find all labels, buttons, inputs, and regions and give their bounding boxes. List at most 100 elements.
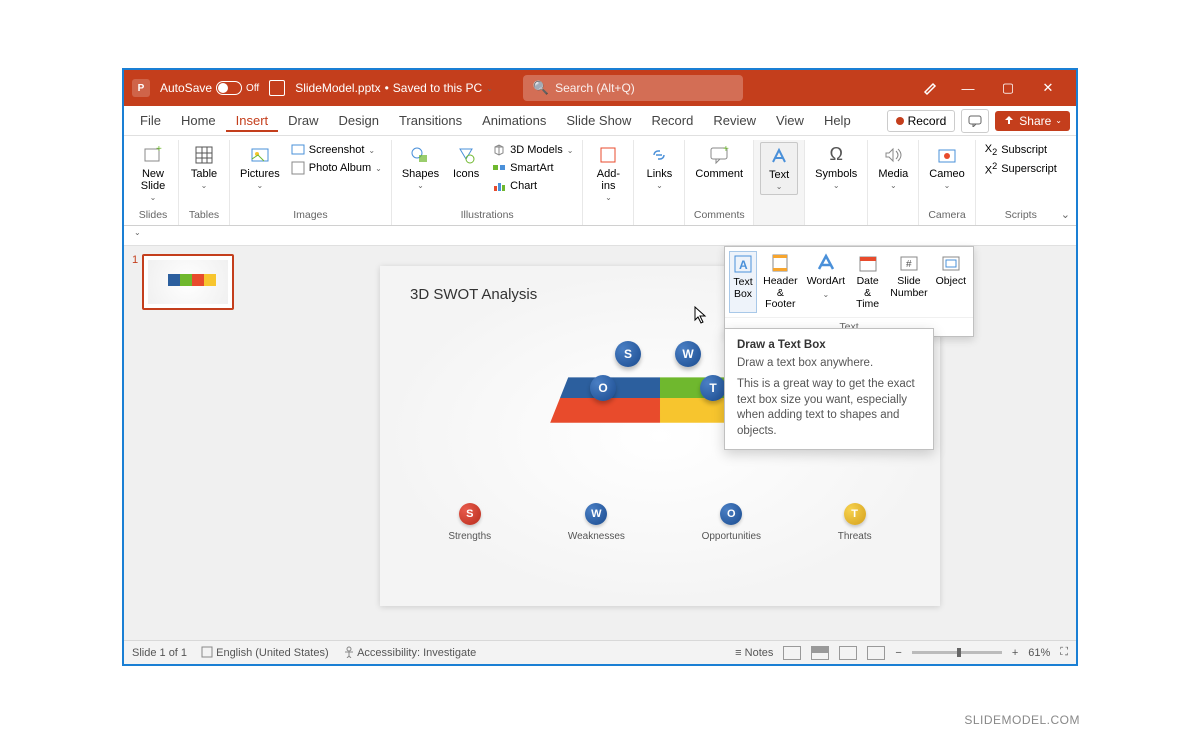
- slideshow-view-button[interactable]: [867, 646, 885, 660]
- screenshot-button[interactable]: Screenshot⌄: [288, 142, 385, 158]
- svg-text:A: A: [739, 258, 748, 272]
- tab-home[interactable]: Home: [171, 109, 226, 132]
- swot-legend: SStrengths WWeaknesses OOpportunities TT…: [410, 503, 910, 542]
- slide-number-icon: #: [899, 253, 919, 273]
- tab-file[interactable]: File: [130, 109, 171, 132]
- tab-view[interactable]: View: [766, 109, 814, 132]
- chevron-down-icon: ⌄: [1055, 116, 1062, 125]
- media-button[interactable]: Media⌄: [874, 142, 912, 193]
- wordart-button[interactable]: WordArt⌄: [804, 251, 848, 313]
- link-icon: [648, 144, 670, 166]
- ribbon-group-images: Pictures⌄ Screenshot⌄ Photo Album⌄ Image…: [230, 140, 392, 225]
- save-icon[interactable]: [269, 80, 285, 96]
- autosave-state: Off: [246, 83, 259, 94]
- swot-ball-s: S: [615, 341, 641, 367]
- photo-album-button[interactable]: Photo Album⌄: [288, 160, 385, 176]
- cameo-icon: [936, 144, 958, 166]
- superscript-icon: X2: [985, 161, 997, 177]
- status-bar: Slide 1 of 1 English (United States) Acc…: [124, 640, 1076, 664]
- comment-icon: +: [708, 144, 730, 166]
- zoom-out-button[interactable]: −: [895, 647, 901, 659]
- comment-button[interactable]: +Comment: [691, 142, 747, 182]
- tab-draw[interactable]: Draw: [278, 109, 328, 132]
- cameo-button[interactable]: Cameo⌄: [925, 142, 968, 193]
- tooltip-subtitle: Draw a text box anywhere.: [737, 357, 921, 369]
- work-area: 1 3D SWOT Analysis: [124, 246, 1076, 640]
- tab-animations[interactable]: Animations: [472, 109, 556, 132]
- filename-area[interactable]: SlideModel.pptx • Saved to this PC ⌄: [295, 81, 493, 95]
- swot-ball-w: W: [675, 341, 701, 367]
- close-button[interactable]: ✕: [1028, 72, 1068, 104]
- reading-view-button[interactable]: [839, 646, 857, 660]
- svg-text:+: +: [156, 145, 162, 155]
- normal-view-button[interactable]: [783, 646, 801, 660]
- maximize-button[interactable]: ▢: [988, 72, 1028, 104]
- thumbnail-panel[interactable]: 1: [124, 246, 244, 640]
- links-button[interactable]: Links⌄: [640, 142, 678, 193]
- tooltip-body: This is a great way to get the exact tex…: [737, 377, 921, 439]
- calendar-icon: [858, 253, 878, 273]
- tab-review[interactable]: Review: [703, 109, 766, 132]
- slide-thumbnail[interactable]: [142, 254, 234, 310]
- shapes-button[interactable]: Shapes⌄: [398, 142, 443, 193]
- zoom-slider[interactable]: [912, 651, 1002, 654]
- zoom-level[interactable]: 61%: [1028, 647, 1050, 659]
- qat-dropdown-icon[interactable]: ⌄: [134, 228, 141, 243]
- sorter-view-button[interactable]: [811, 646, 829, 660]
- ribbon-group-slides: + New Slide⌄ Slides: [128, 140, 179, 225]
- chart-button[interactable]: Chart: [489, 178, 576, 194]
- date-time-button[interactable]: Date & Time: [850, 251, 885, 313]
- notes-button[interactable]: ≡ Notes: [735, 647, 773, 659]
- icons-button[interactable]: Icons: [447, 142, 485, 182]
- tab-slideshow[interactable]: Slide Show: [556, 109, 641, 132]
- language-status[interactable]: English (United States): [201, 646, 329, 659]
- svg-text:#: #: [906, 259, 912, 270]
- tab-help[interactable]: Help: [814, 109, 861, 132]
- smartart-button[interactable]: SmartArt: [489, 160, 576, 176]
- header-footer-button[interactable]: Header & Footer: [759, 251, 802, 313]
- chevron-down-icon[interactable]: ⌄: [486, 84, 493, 93]
- tab-record[interactable]: Record: [641, 109, 703, 132]
- search-input[interactable]: 🔍 Search (Alt+Q): [523, 75, 743, 101]
- autosave-toggle[interactable]: AutoSave Off: [160, 81, 259, 95]
- chevron-down-icon: ⌄: [150, 194, 157, 203]
- draw-mode-icon[interactable]: [914, 72, 948, 104]
- symbols-button[interactable]: ΩSymbols⌄: [811, 142, 861, 193]
- record-button[interactable]: Record: [887, 110, 956, 132]
- subscript-icon: X2: [985, 143, 997, 157]
- minimize-button[interactable]: —: [948, 72, 988, 104]
- cursor-icon: [694, 306, 708, 329]
- new-slide-button[interactable]: + New Slide⌄: [134, 142, 172, 205]
- comments-toggle[interactable]: [961, 109, 989, 133]
- language-icon: [201, 646, 213, 658]
- icons-icon: [455, 144, 477, 166]
- swot-ball-o: O: [590, 375, 616, 401]
- pictures-button[interactable]: Pictures⌄: [236, 142, 284, 193]
- object-icon: [941, 253, 961, 273]
- tab-design[interactable]: Design: [329, 109, 389, 132]
- toggle-switch-icon[interactable]: [216, 81, 242, 95]
- text-icon: [768, 145, 790, 167]
- object-button[interactable]: Object: [933, 251, 969, 313]
- accessibility-status[interactable]: Accessibility: Investigate: [343, 646, 477, 659]
- addins-button[interactable]: Add- ins⌄: [589, 142, 627, 205]
- ribbon: + New Slide⌄ Slides Table⌄ Tables Pictur…: [124, 136, 1076, 226]
- header-footer-icon: [770, 253, 790, 273]
- textbox-button[interactable]: AText Box: [729, 251, 757, 313]
- tab-transitions[interactable]: Transitions: [389, 109, 472, 132]
- fit-to-window-button[interactable]: ⛶: [1060, 646, 1068, 659]
- superscript-button[interactable]: X2Superscript: [982, 160, 1060, 178]
- share-button[interactable]: Share ⌄: [995, 111, 1070, 131]
- table-button[interactable]: Table⌄: [185, 142, 223, 193]
- subscript-button[interactable]: X2Subscript: [982, 142, 1060, 158]
- 3d-models-button[interactable]: 3D Models⌄: [489, 142, 576, 158]
- text-button[interactable]: Text⌄: [760, 142, 798, 195]
- album-icon: [291, 161, 305, 175]
- zoom-in-button[interactable]: +: [1012, 647, 1018, 659]
- slide-counter[interactable]: Slide 1 of 1: [132, 647, 187, 659]
- slide-number-button[interactable]: #Slide Number: [887, 251, 930, 313]
- ribbon-group-camera: Cameo⌄ Camera: [919, 140, 975, 225]
- collapse-ribbon-icon[interactable]: ⌄: [1061, 208, 1070, 221]
- tab-insert[interactable]: Insert: [226, 109, 279, 132]
- thumbnail-preview: [148, 260, 228, 304]
